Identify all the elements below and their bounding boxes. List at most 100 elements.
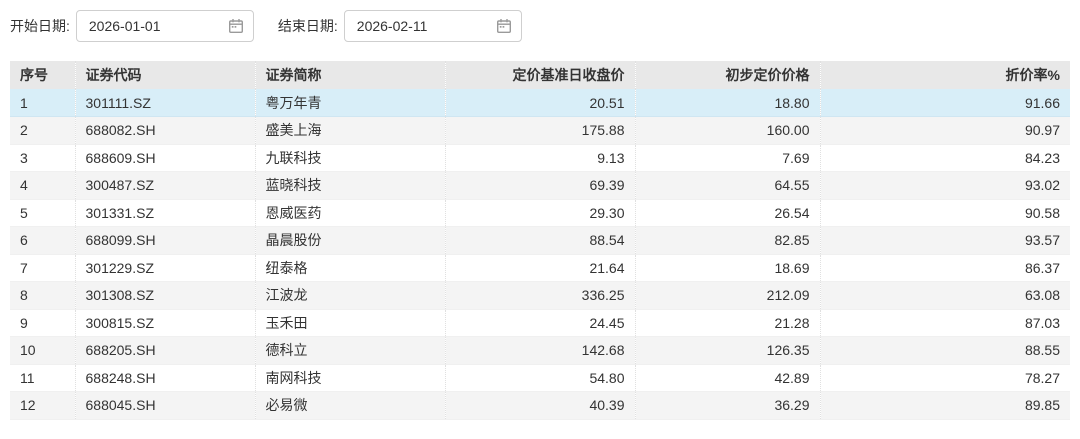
- cell-index: 6: [10, 227, 75, 255]
- cell-name: 蓝晓科技: [255, 172, 445, 200]
- start-date-label: 开始日期:: [10, 16, 70, 36]
- cell-discount: 63.08: [820, 282, 1070, 310]
- cell-prelim-price: 82.85: [635, 227, 820, 255]
- cell-name: 九联科技: [255, 144, 445, 172]
- cell-index: 8: [10, 282, 75, 310]
- cell-base-close: 54.80: [445, 364, 635, 392]
- cell-prelim-price: 212.09: [635, 282, 820, 310]
- cell-base-close: 21.64: [445, 254, 635, 282]
- cell-base-close: 9.13: [445, 144, 635, 172]
- cell-name: 盛美上海: [255, 117, 445, 145]
- table-row[interactable]: 2688082.SH盛美上海175.88160.0090.97: [10, 117, 1070, 145]
- cell-index: 10: [10, 337, 75, 365]
- cell-prelim-price: 64.55: [635, 172, 820, 200]
- cell-prelim-price: 7.69: [635, 144, 820, 172]
- cell-code: 301331.SZ: [75, 199, 255, 227]
- cell-code: 301111.SZ: [75, 89, 255, 117]
- cell-discount: 88.55: [820, 337, 1070, 365]
- cell-base-close: 29.30: [445, 199, 635, 227]
- table-row[interactable]: 8301308.SZ江波龙336.25212.0963.08: [10, 282, 1070, 310]
- cell-base-close: 142.68: [445, 337, 635, 365]
- cell-name: 恩威医药: [255, 199, 445, 227]
- table-row[interactable]: 6688099.SH晶晨股份88.5482.8593.57: [10, 227, 1070, 255]
- table-row[interactable]: 11688248.SH南网科技54.8042.8978.27: [10, 364, 1070, 392]
- cell-prelim-price: 36.29: [635, 392, 820, 420]
- col-header-code[interactable]: 证券代码: [75, 61, 255, 89]
- date-filter-bar: 开始日期: 结束日期:: [10, 10, 1070, 42]
- cell-prelim-price: 18.80: [635, 89, 820, 117]
- cell-index: 12: [10, 392, 75, 420]
- cell-name: 德科立: [255, 337, 445, 365]
- table-row[interactable]: 5301331.SZ恩威医药29.3026.5490.58: [10, 199, 1070, 227]
- cell-discount: 84.23: [820, 144, 1070, 172]
- cell-code: 301308.SZ: [75, 282, 255, 310]
- cell-base-close: 40.39: [445, 392, 635, 420]
- cell-name: 南网科技: [255, 364, 445, 392]
- table-row[interactable]: 4300487.SZ蓝晓科技69.3964.5593.02: [10, 172, 1070, 200]
- table-row[interactable]: 12688045.SH必易微40.3936.2989.85: [10, 392, 1070, 420]
- cell-discount: 89.85: [820, 392, 1070, 420]
- col-header-name[interactable]: 证券简称: [255, 61, 445, 89]
- cell-base-close: 175.88: [445, 117, 635, 145]
- end-date-box: [344, 10, 522, 42]
- cell-index: 9: [10, 309, 75, 337]
- table-row[interactable]: 3688609.SH九联科技9.137.6984.23: [10, 144, 1070, 172]
- cell-name: 玉禾田: [255, 309, 445, 337]
- cell-prelim-price: 160.00: [635, 117, 820, 145]
- cell-code: 301229.SZ: [75, 254, 255, 282]
- cell-index: 5: [10, 199, 75, 227]
- start-date-field: 开始日期:: [10, 10, 254, 42]
- col-header-prelim-price[interactable]: 初步定价价格: [635, 61, 820, 89]
- cell-code: 688099.SH: [75, 227, 255, 255]
- cell-base-close: 69.39: [445, 172, 635, 200]
- cell-index: 2: [10, 117, 75, 145]
- cell-index: 3: [10, 144, 75, 172]
- cell-prelim-price: 18.69: [635, 254, 820, 282]
- cell-discount: 86.37: [820, 254, 1070, 282]
- table-row[interactable]: 10688205.SH德科立142.68126.3588.55: [10, 337, 1070, 365]
- table-row[interactable]: 7301229.SZ纽泰格21.6418.6986.37: [10, 254, 1070, 282]
- cell-base-close: 20.51: [445, 89, 635, 117]
- cell-name: 纽泰格: [255, 254, 445, 282]
- end-date-label: 结束日期:: [278, 16, 338, 36]
- calendar-icon[interactable]: [496, 18, 512, 34]
- cell-code: 688045.SH: [75, 392, 255, 420]
- calendar-icon[interactable]: [228, 18, 244, 34]
- page: 开始日期: 结束日期:: [0, 0, 1080, 430]
- cell-prelim-price: 26.54: [635, 199, 820, 227]
- cell-name: 晶晨股份: [255, 227, 445, 255]
- cell-code: 688082.SH: [75, 117, 255, 145]
- cell-code: 688205.SH: [75, 337, 255, 365]
- cell-prelim-price: 126.35: [635, 337, 820, 365]
- cell-discount: 91.66: [820, 89, 1070, 117]
- cell-index: 1: [10, 89, 75, 117]
- cell-code: 688609.SH: [75, 144, 255, 172]
- cell-base-close: 24.45: [445, 309, 635, 337]
- pricing-table: 序号证券代码证券简称定价基准日收盘价初步定价价格折价率% 1301111.SZ粤…: [10, 61, 1070, 420]
- table-row[interactable]: 1301111.SZ粤万年青20.5118.8091.66: [10, 89, 1070, 117]
- col-header-index[interactable]: 序号: [10, 61, 75, 89]
- cell-discount: 87.03: [820, 309, 1070, 337]
- cell-discount: 93.02: [820, 172, 1070, 200]
- cell-discount: 78.27: [820, 364, 1070, 392]
- cell-index: 11: [10, 364, 75, 392]
- table-row[interactable]: 9300815.SZ玉禾田24.4521.2887.03: [10, 309, 1070, 337]
- cell-index: 4: [10, 172, 75, 200]
- cell-discount: 90.97: [820, 117, 1070, 145]
- cell-prelim-price: 42.89: [635, 364, 820, 392]
- cell-name: 粤万年青: [255, 89, 445, 117]
- table-header: 序号证券代码证券简称定价基准日收盘价初步定价价格折价率%: [10, 61, 1070, 89]
- col-header-discount[interactable]: 折价率%: [820, 61, 1070, 89]
- col-header-base-close[interactable]: 定价基准日收盘价: [445, 61, 635, 89]
- start-date-box: [76, 10, 254, 42]
- cell-base-close: 88.54: [445, 227, 635, 255]
- cell-discount: 93.57: [820, 227, 1070, 255]
- cell-discount: 90.58: [820, 199, 1070, 227]
- cell-code: 688248.SH: [75, 364, 255, 392]
- cell-index: 7: [10, 254, 75, 282]
- cell-code: 300815.SZ: [75, 309, 255, 337]
- end-date-field: 结束日期:: [278, 10, 522, 42]
- cell-name: 必易微: [255, 392, 445, 420]
- cell-base-close: 336.25: [445, 282, 635, 310]
- cell-prelim-price: 21.28: [635, 309, 820, 337]
